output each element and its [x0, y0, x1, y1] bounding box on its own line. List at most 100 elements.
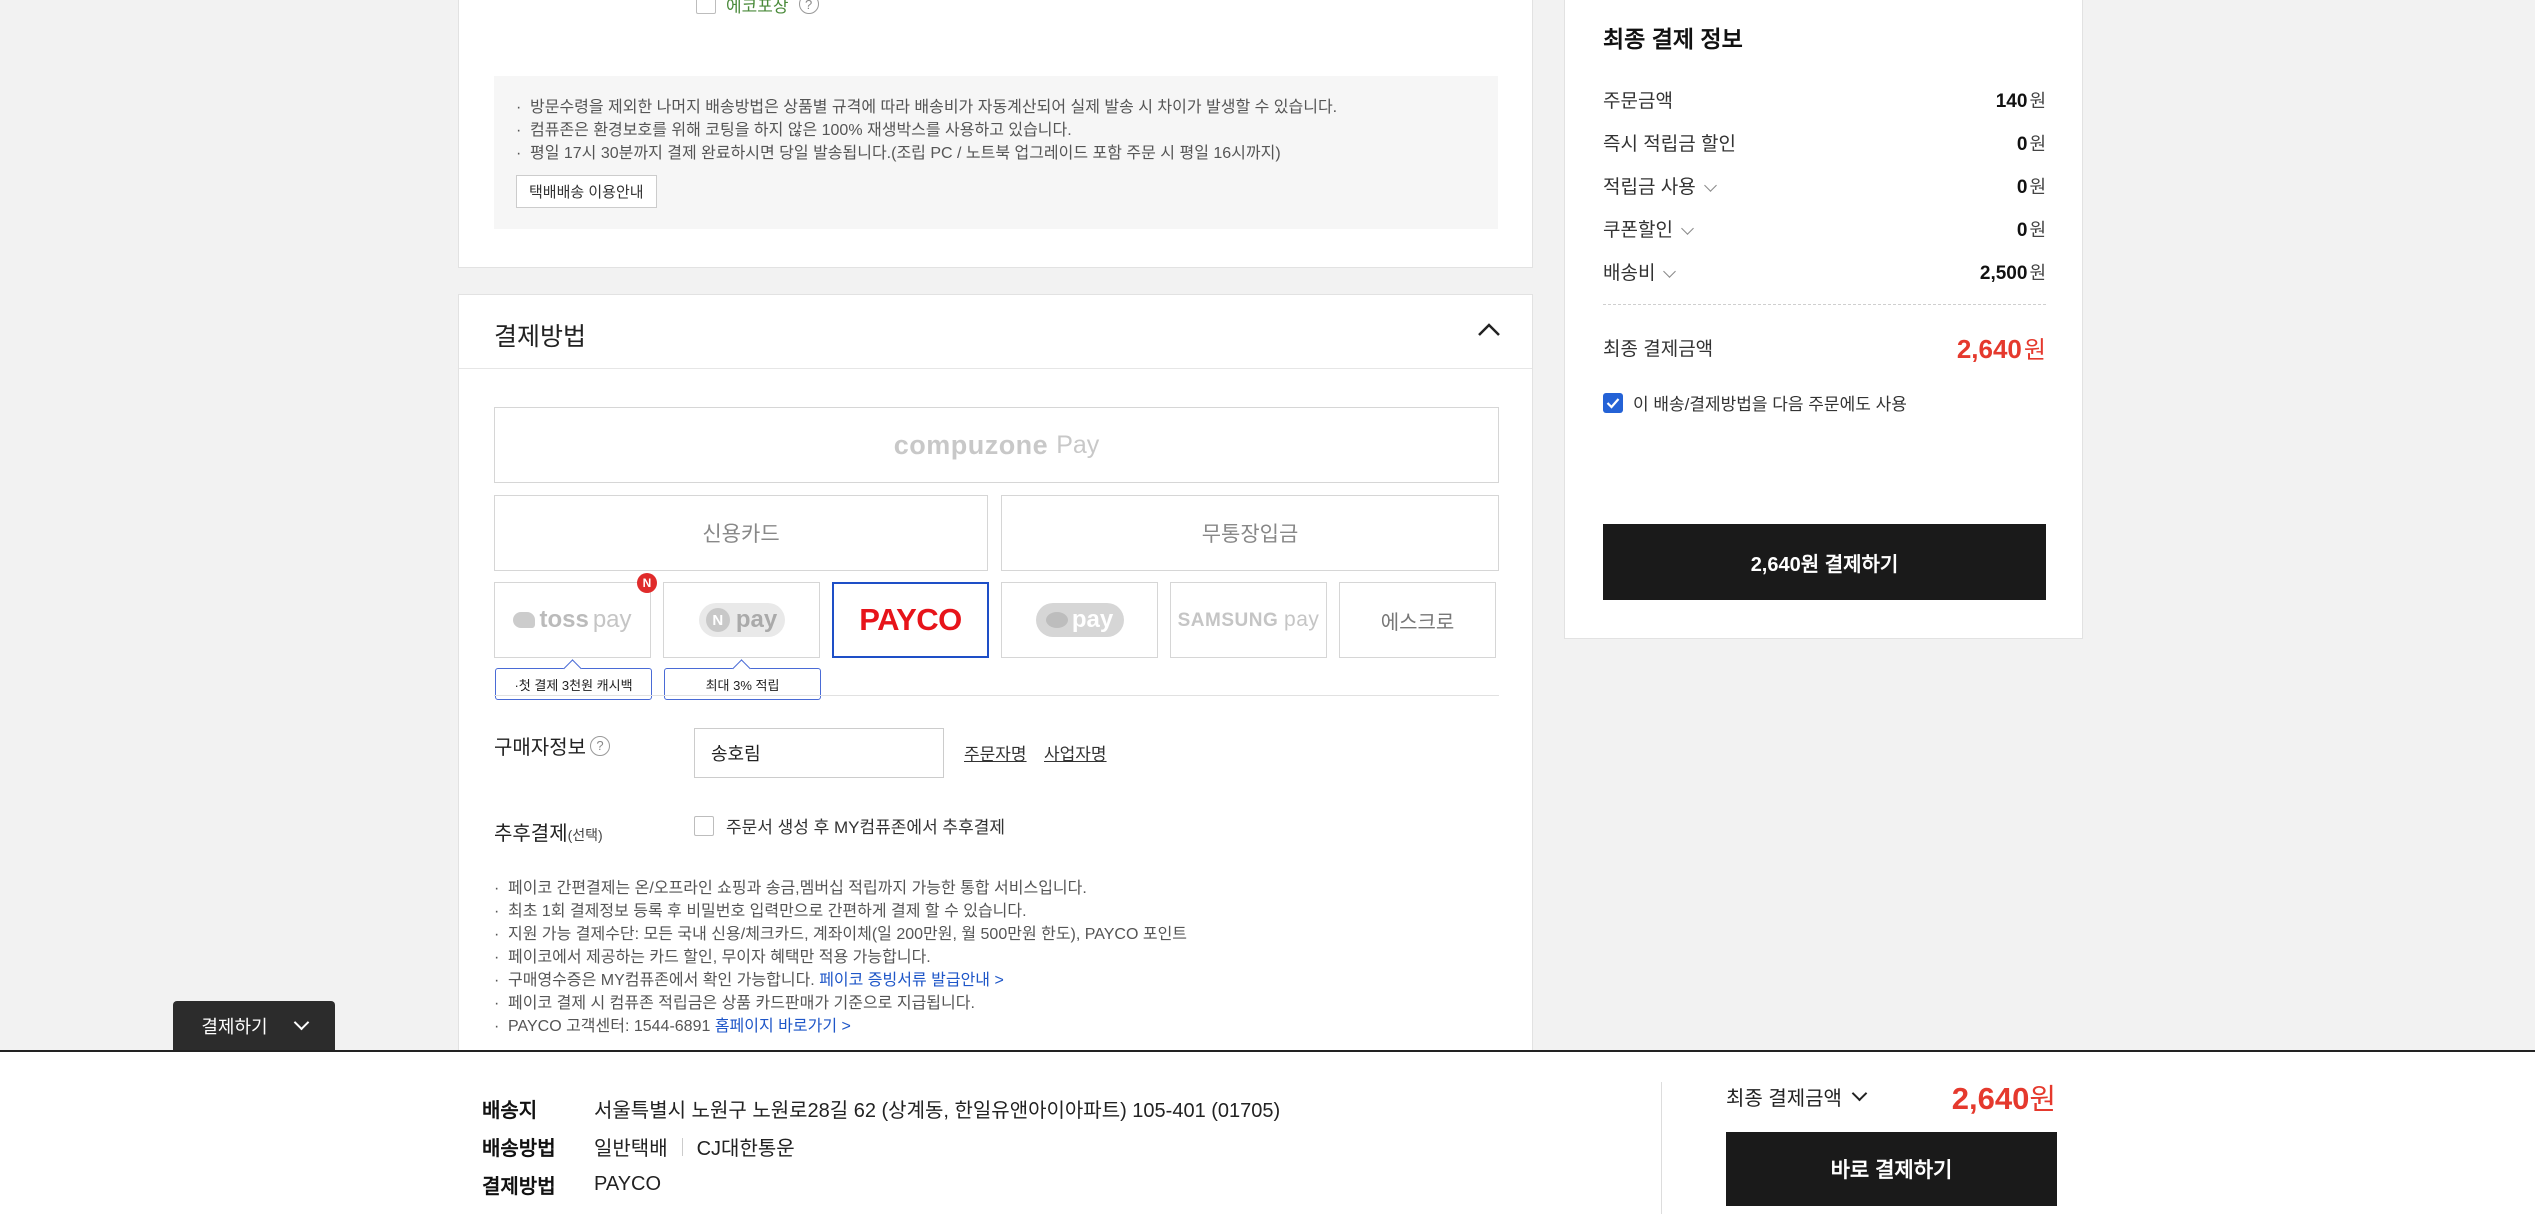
- chevron-down-icon[interactable]: [1663, 265, 1677, 278]
- buyer-name-input[interactable]: [694, 728, 944, 778]
- samsung-pay-logo: SAMSUNG pay: [1178, 608, 1320, 632]
- deferred-payment-label: 추후결제(선택): [494, 817, 603, 846]
- deferred-payment-option[interactable]: 주문서 생성 후 MY컴퓨존에서 추후결제: [694, 813, 1005, 838]
- toss-pay-button[interactable]: toss pay: [494, 582, 651, 658]
- chevron-down-icon[interactable]: [1851, 1085, 1868, 1102]
- pay-button[interactable]: 2,640원 결제하기: [1603, 524, 2046, 600]
- payco-note-text: PAYCO 고객센터: 1544-6891: [508, 1018, 711, 1035]
- eco-packaging-checkbox[interactable]: [696, 0, 716, 14]
- orderer-name-link[interactable]: 주문자명: [964, 740, 1027, 765]
- summary-row-instant-discount: 즉시 적립금 할인 0원: [1603, 129, 2046, 156]
- chevron-down-icon[interactable]: [1703, 179, 1717, 192]
- samsung-pay-suffix: pay: [1284, 608, 1320, 631]
- payco-button[interactable]: PAYCO: [832, 582, 989, 658]
- summary-row-label: 즉시 적립금 할인: [1603, 134, 1736, 155]
- payment-method-title: 결제방법: [494, 323, 587, 351]
- toss-brand: toss: [539, 606, 589, 633]
- payment-method-header[interactable]: 결제방법: [459, 295, 1532, 369]
- payco-note-item: 페이코 간편결제는 온/오프라인 쇼핑과 송금,멤버십 적립까지 가능한 통합 …: [494, 877, 1494, 900]
- payment-summary-card: 최종 결제 정보 주문금액 140 원 즉시 적립금 할인 0원 적립금 사용 0…: [1564, 0, 2083, 639]
- compuzone-logo: compuzone: [893, 429, 1049, 460]
- summary-row-order-amount: 주문금액 140 원: [1603, 86, 2046, 113]
- receipt-guide-link[interactable]: 페이코 증빙서류 발급안내 >: [819, 972, 1004, 989]
- bottom-final-amount: 2,640원: [1952, 1076, 2056, 1118]
- summary-title: 최종 결제 정보: [1603, 26, 1743, 52]
- toss-pay-logo: toss pay: [513, 606, 632, 634]
- compuzone-pay-button[interactable]: compuzone Pay: [494, 407, 1499, 483]
- payco-note-item: 지원 가능 결제수단: 모든 국내 신용/체크카드, 계좌이체(일 200만원,…: [494, 923, 1494, 946]
- kakao-pay-button[interactable]: pay: [1001, 582, 1158, 658]
- chevron-up-icon[interactable]: [1476, 317, 1502, 343]
- summary-row-value: 2,500: [1979, 262, 2028, 284]
- optional-tag: (선택): [567, 827, 603, 843]
- eco-packaging-option[interactable]: 에코포장 ?: [696, 0, 819, 16]
- summary-row-label: 쿠폰할인: [1603, 220, 1673, 241]
- summary-row-value: 0: [2016, 219, 2028, 241]
- escrow-button[interactable]: 에스크로: [1339, 582, 1496, 658]
- bottom-final-amount-toggle[interactable]: 최종 결제금액: [1726, 1082, 1868, 1111]
- divider: [681, 1137, 683, 1156]
- payco-note-item: PAYCO 고객센터: 1544-6891 홈페이지 바로가기 >: [494, 1015, 1494, 1038]
- payment-bar-toggle-label: 결제하기: [201, 1017, 268, 1037]
- deferred-payment-checkbox-label: 주문서 생성 후 MY컴퓨존에서 추후결제: [726, 818, 1005, 837]
- currency-unit: 원: [2029, 176, 2046, 197]
- business-name-link[interactable]: 사업자명: [1044, 740, 1107, 765]
- payment-method-key: 결제방법: [482, 1176, 556, 1198]
- payco-note-item: 페이코에서 제공하는 카드 할인, 무이자 혜택만 적용 가능합니다.: [494, 946, 1494, 969]
- credit-card-button[interactable]: 신용카드: [494, 495, 988, 571]
- payco-notes: 페이코 간편결제는 온/오프라인 쇼핑과 송금,멤버십 적립까지 가능한 통합 …: [494, 877, 1494, 1038]
- summary-row-coupon-discount[interactable]: 쿠폰할인 0원: [1603, 215, 2046, 242]
- parcel-guide-button[interactable]: 택배배송 이용안내: [516, 175, 657, 208]
- final-amount-label: 최종 결제금액: [1603, 339, 1714, 360]
- help-icon[interactable]: ?: [590, 735, 610, 756]
- summary-row-points-used[interactable]: 적립금 사용 0원: [1603, 172, 2046, 199]
- deferred-payment-checkbox[interactable]: [694, 815, 714, 836]
- currency-unit: 원: [2029, 219, 2046, 240]
- naver-pay-button[interactable]: N pay: [663, 582, 820, 658]
- payco-note-item: 구매영수증은 MY컴퓨존에서 확인 가능합니다. 페이코 증빙서류 발급안내 >: [494, 969, 1494, 992]
- currency-unit: 원: [2029, 90, 2046, 111]
- eco-packaging-label: 에코포장: [726, 0, 789, 16]
- check-icon: [1606, 397, 1620, 409]
- courier-value: CJ대한통운: [696, 1138, 795, 1160]
- pay-now-button[interactable]: 바로 결제하기: [1726, 1132, 2057, 1206]
- payment-method-value: PAYCO: [594, 1173, 662, 1195]
- currency-unit: 원: [2029, 1084, 2056, 1116]
- help-icon[interactable]: ?: [798, 0, 819, 14]
- address-key: 배송지: [482, 1100, 538, 1122]
- payco-note-text: 구매영수증은 MY컴퓨존에서 확인 가능합니다.: [508, 972, 815, 989]
- chevron-down-icon[interactable]: [1681, 222, 1694, 235]
- payment-bar-toggle[interactable]: 결제하기: [173, 1001, 335, 1051]
- summary-divider: [1603, 304, 2046, 305]
- naver-pay-text: pay: [735, 606, 778, 633]
- payco-logo: PAYCO: [859, 602, 962, 637]
- naver-pay-logo: N pay: [698, 603, 785, 637]
- bottom-order-bar: 배송지 서울특별시 노원구 노원로28길 62 (상계동, 한일유앤아이아파트)…: [0, 1050, 2535, 1228]
- save-method-checkbox[interactable]: [1603, 392, 1623, 413]
- kakao-pay-text: pay: [1071, 606, 1114, 633]
- payment-method-card: 결제방법 compuzone Pay 신용카드 무통장입금 toss pay N …: [458, 294, 1533, 1054]
- compuzone-pay-suffix: Pay: [1056, 430, 1100, 459]
- samsung-pay-button[interactable]: SAMSUNG pay: [1170, 582, 1327, 658]
- kakao-bubble-icon: [1045, 612, 1068, 628]
- summary-final-row: 최종 결제금액 2,640원: [1603, 330, 2046, 365]
- buyer-info-text: 구매자정보: [494, 737, 586, 759]
- chevron-down-icon: [293, 1014, 309, 1030]
- bottom-final-amount-value: 2,640: [1951, 1081, 2030, 1116]
- currency-unit: 원: [2029, 133, 2046, 154]
- save-method-option[interactable]: 이 배송/결제방법을 다음 주문에도 사용: [1603, 390, 1907, 415]
- final-amount: 2,640원: [1957, 330, 2046, 365]
- summary-row-value: 0: [2016, 133, 2028, 155]
- buyer-info-label: 구매자정보 ?: [494, 731, 610, 760]
- save-method-label: 이 배송/결제방법을 다음 주문에도 사용: [1633, 395, 1907, 414]
- shipping-method-value: 일반택배: [594, 1138, 668, 1160]
- summary-row-value: 140: [1995, 90, 2028, 112]
- bank-transfer-button[interactable]: 무통장입금: [1001, 495, 1499, 571]
- bottom-final-amount-label: 최종 결제금액: [1726, 1088, 1842, 1110]
- new-badge: N: [637, 573, 657, 593]
- samsung-brand: SAMSUNG: [1177, 610, 1279, 631]
- deferred-payment-text: 추후결제: [494, 823, 568, 845]
- payco-homepage-link[interactable]: 홈페이지 바로가기 >: [715, 1018, 851, 1035]
- toss-icon: [513, 612, 536, 628]
- summary-row-shipping-fee[interactable]: 배송비 2,500 원: [1603, 258, 2046, 285]
